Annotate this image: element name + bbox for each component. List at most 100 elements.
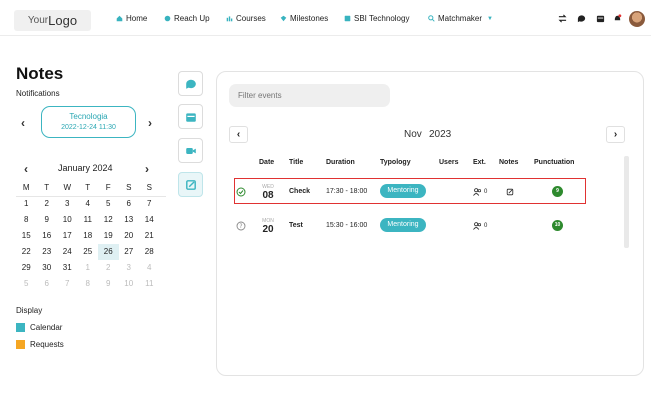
column-header-notes[interactable]: Notes: [499, 159, 518, 166]
legend-calendar-label: Calendar: [30, 323, 63, 332]
chevron-left-icon[interactable]: ‹: [21, 116, 25, 130]
calendar-day[interactable]: 10: [119, 276, 140, 292]
calendar-button[interactable]: [178, 104, 203, 129]
calendar-day[interactable]: 19: [98, 228, 119, 244]
calendar-day[interactable]: 11: [139, 276, 160, 292]
calendar-day[interactable]: 16: [37, 228, 58, 244]
calendar-day[interactable]: 15: [16, 228, 37, 244]
calendar-day[interactable]: 2: [37, 196, 58, 212]
calendar-day[interactable]: 24: [57, 244, 78, 260]
notification-card[interactable]: Tecnologia 2022-12-24 11:30: [41, 106, 136, 138]
calendar-day[interactable]: 27: [119, 244, 140, 260]
calendar-day[interactable]: 25: [78, 244, 99, 260]
column-header-duration[interactable]: Duration: [326, 159, 355, 166]
month-next-button[interactable]: ›: [606, 126, 625, 143]
courses-icon: [226, 16, 233, 22]
calendar-day[interactable]: 6: [37, 276, 58, 292]
legend-requests-label: Requests: [30, 340, 64, 349]
nav-home[interactable]: Home: [116, 14, 147, 23]
calendar-icon: [185, 112, 196, 122]
calendar-day[interactable]: 5: [16, 276, 37, 292]
calendar-icon[interactable]: [596, 14, 605, 23]
calendar-day[interactable]: 13: [119, 212, 140, 228]
event-ext[interactable]: 0: [473, 188, 487, 196]
calendar-day[interactable]: 1: [16, 196, 37, 212]
calendar-day[interactable]: 10: [57, 212, 78, 228]
calendar-week-row: 8 9 10 11 12 13 14: [16, 212, 166, 228]
home-icon: [116, 15, 123, 22]
chat-button[interactable]: [178, 71, 203, 96]
calendar-day[interactable]: 20: [119, 228, 140, 244]
column-header-users[interactable]: Users: [439, 159, 458, 166]
filter-events-input[interactable]: [229, 84, 390, 107]
calendar-day[interactable]: 8: [16, 212, 37, 228]
calendar-day[interactable]: 7: [139, 196, 160, 212]
events-panel: [216, 71, 644, 376]
calendar-day[interactable]: 3: [119, 260, 140, 276]
nav-courses[interactable]: Courses: [226, 14, 266, 23]
calendar-day[interactable]: 4: [139, 260, 160, 276]
legend-requests[interactable]: Requests: [16, 340, 64, 349]
calendar-prev-button[interactable]: ‹: [24, 162, 28, 176]
avatar[interactable]: [629, 11, 645, 27]
column-header-date[interactable]: Date: [259, 159, 274, 166]
calendar-day[interactable]: 9: [37, 212, 58, 228]
calendar-day[interactable]: 18: [78, 228, 99, 244]
calendar-day[interactable]: 8: [78, 276, 99, 292]
calendar-day[interactable]: 12: [98, 212, 119, 228]
calendar-day[interactable]: 21: [139, 228, 160, 244]
event-duration: 17:30 - 18:00: [326, 188, 368, 195]
nav-matchmaker[interactable]: Matchmaker ▼: [428, 14, 493, 23]
calendar-day[interactable]: 9: [98, 276, 119, 292]
column-header-typology[interactable]: Typology: [380, 159, 411, 166]
month-prev-button[interactable]: ‹: [229, 126, 248, 143]
table-scrollbar[interactable]: [624, 156, 629, 248]
column-header-ext[interactable]: Ext.: [473, 159, 486, 166]
calendar-day[interactable]: 11: [78, 212, 99, 228]
event-ext[interactable]: 0: [473, 222, 487, 230]
calendar-day[interactable]: 22: [16, 244, 37, 260]
chat-icon[interactable]: [577, 14, 586, 23]
nav-sbi-technology[interactable]: SBI Technology: [344, 14, 409, 23]
calendar-weekday: T: [44, 183, 50, 192]
event-title[interactable]: Test: [289, 222, 303, 229]
calendar-day[interactable]: 5: [98, 196, 119, 212]
calendar-day[interactable]: 1: [78, 260, 99, 276]
event-title[interactable]: Check: [289, 188, 310, 195]
calendar-day[interactable]: 17: [57, 228, 78, 244]
calendar-day[interactable]: 3: [57, 196, 78, 212]
sbi-technology-icon: [344, 15, 351, 22]
calendar-day[interactable]: 31: [57, 260, 78, 276]
calendar-day[interactable]: 30: [37, 260, 58, 276]
bell-icon[interactable]: [613, 14, 622, 23]
event-ext-count: 0: [484, 223, 488, 229]
nav-sbi-technology-label: SBI Technology: [354, 14, 410, 23]
nav-reach-up[interactable]: Reach Up: [164, 14, 210, 23]
typology-badge: Mentoring: [380, 218, 426, 232]
calendar-week-row: 29 30 31 1 2 3 4: [16, 260, 166, 276]
chevron-right-icon[interactable]: ›: [148, 116, 152, 130]
calendar-day[interactable]: 4: [78, 196, 99, 212]
video-button[interactable]: [178, 138, 203, 163]
check-circle-icon: [236, 187, 246, 197]
note-edit-icon[interactable]: [506, 188, 514, 196]
calendar-day[interactable]: 2: [98, 260, 119, 276]
column-header-punctuation[interactable]: Punctuation: [534, 159, 574, 166]
notes-button[interactable]: [178, 172, 203, 197]
calendar-day[interactable]: 14: [139, 212, 160, 228]
calendar-day[interactable]: 28: [139, 244, 160, 260]
swap-icon[interactable]: [558, 14, 567, 23]
users-icon: [473, 222, 482, 230]
calendar-next-button[interactable]: ›: [145, 162, 149, 176]
milestones-icon: [280, 15, 287, 22]
calendar-day[interactable]: 6: [119, 196, 140, 212]
calendar-day[interactable]: 26: [98, 244, 119, 260]
top-bar: Your Logo Home Reach Up Courses Milestone…: [0, 0, 651, 36]
logo[interactable]: Your Logo: [14, 10, 91, 31]
calendar-day[interactable]: 23: [37, 244, 58, 260]
legend-calendar[interactable]: Calendar: [16, 323, 62, 332]
nav-milestones[interactable]: Milestones: [280, 14, 328, 23]
calendar-day[interactable]: 29: [16, 260, 37, 276]
calendar-day[interactable]: 7: [57, 276, 78, 292]
column-header-title[interactable]: Title: [289, 159, 303, 166]
